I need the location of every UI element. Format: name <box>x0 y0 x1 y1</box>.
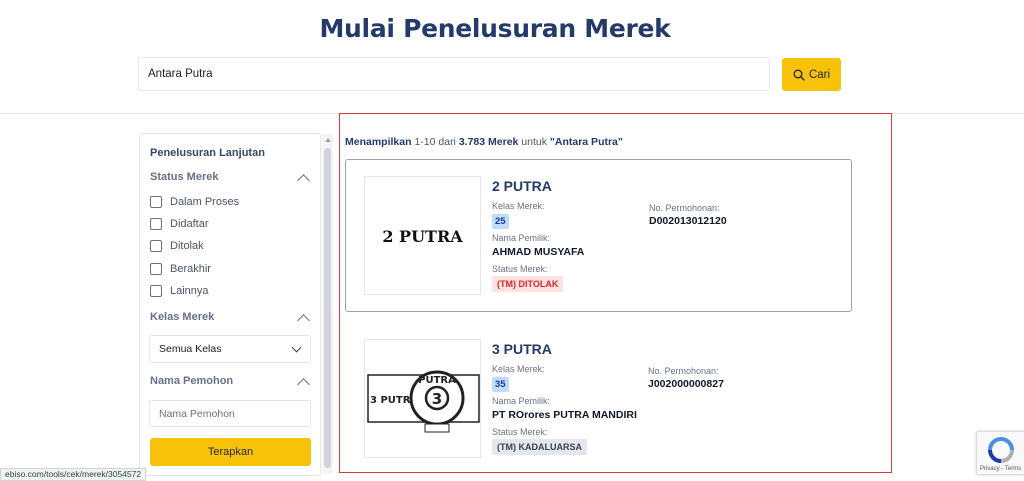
checkbox[interactable] <box>150 196 162 208</box>
mark-title[interactable]: 2 PUTRA <box>492 178 552 194</box>
page-title: Mulai Penelusuran Merek <box>319 14 671 43</box>
mark-image[interactable]: 2 PUTRA <box>364 176 481 295</box>
permohonan-value: J002000000827 <box>648 378 724 390</box>
status-option-berakhir[interactable]: Berakhir <box>150 263 211 275</box>
search-button[interactable]: Cari <box>782 58 841 91</box>
status-badge: (TM) DITOLAK <box>492 276 564 292</box>
kelas-label: Kelas Merek: <box>492 201 545 211</box>
pemohon-section-label: Nama Pemohon <box>150 375 234 387</box>
status-option-lainnya[interactable]: Lainnya <box>150 285 209 297</box>
status-option-dalam-proses[interactable]: Dalam Proses <box>150 196 239 208</box>
checkbox[interactable] <box>150 263 162 275</box>
permohonan-label: No. Permohonan: <box>648 366 719 376</box>
checkbox[interactable] <box>150 218 162 230</box>
search-icon <box>793 69 805 81</box>
kelas-badge: 35 <box>492 377 509 392</box>
advanced-search-panel: Penelusuran Lanjutan Status Merek Dalam … <box>139 133 321 476</box>
kelas-label: Kelas Merek: <box>492 364 545 374</box>
search-button-label: Cari <box>808 68 831 81</box>
mark-image[interactable]: 3 PUTRA 3 PUTRA <box>364 339 481 458</box>
results-summary: Menampilkan 1-10 dari 3.783 Merek untuk … <box>345 136 623 148</box>
checkbox[interactable] <box>150 240 162 252</box>
kelas-select-value: Semua Kelas <box>159 343 222 355</box>
kelas-badge: 25 <box>492 214 509 229</box>
pemilik-label: Nama Pemilik: <box>492 233 551 243</box>
mark-logo-numeral: 3 <box>432 390 442 408</box>
pemilik-label: Nama Pemilik: <box>492 396 551 406</box>
scroll-up-icon[interactable] <box>325 138 331 142</box>
mark-image-text: 2 PUTRA <box>382 227 463 246</box>
result-card[interactable]: 3 PUTRA 3 PUTRA 3 PUTRA Kelas Merek: 35 … <box>345 322 852 472</box>
status-option-ditolak[interactable]: Ditolak <box>150 240 204 252</box>
status-option-didaftar[interactable]: Didaftar <box>150 218 209 230</box>
chevron-down-icon <box>291 342 302 353</box>
mark-logo-arc-text: PUTRA <box>418 375 456 386</box>
recaptcha-links[interactable]: Privacy - Terms <box>980 466 1021 472</box>
status-section-label: Status Merek <box>150 171 219 183</box>
permohonan-label: No. Permohonan: <box>649 203 720 213</box>
sidebar-scrollbar[interactable] <box>322 134 333 474</box>
kelas-section-label: Kelas Merek <box>150 311 215 323</box>
checkbox[interactable] <box>150 285 162 297</box>
status-badge: (TM) KADALUARSA <box>492 439 587 455</box>
scrollbar-thumb[interactable] <box>324 148 331 468</box>
result-card[interactable]: 2 PUTRA 2 PUTRA Kelas Merek: 25 Nama Pem… <box>345 159 852 312</box>
status-label: Status Merek: <box>492 427 548 437</box>
apply-button[interactable]: Terapkan <box>150 438 311 466</box>
mark-title[interactable]: 3 PUTRA <box>492 341 552 357</box>
pemohon-input[interactable] <box>149 400 311 427</box>
status-label: Status Merek: <box>492 264 548 274</box>
recaptcha-icon <box>988 437 1014 463</box>
chevron-up-icon[interactable] <box>297 174 310 187</box>
pemilik-value: PT ROrores PUTRA MANDIRI <box>492 409 637 421</box>
advanced-search-title: Penelusuran Lanjutan <box>150 147 265 159</box>
search-input[interactable] <box>138 57 770 91</box>
permohonan-value: D002013012120 <box>649 215 727 227</box>
mark-logo: 3 PUTRA 3 PUTRA <box>367 370 480 433</box>
status-bar-url: ebiso.com/tools/cek/merek/3054572 <box>0 468 147 481</box>
kelas-select[interactable]: Semua Kelas <box>149 335 311 363</box>
chevron-up-icon[interactable] <box>297 378 310 391</box>
chevron-up-icon[interactable] <box>297 314 310 327</box>
pemilik-value: AHMAD MUSYAFA <box>492 246 585 258</box>
recaptcha-badge[interactable]: Privacy - Terms <box>976 431 1024 475</box>
results-panel: Menampilkan 1-10 dari 3.783 Merek untuk … <box>339 113 892 473</box>
